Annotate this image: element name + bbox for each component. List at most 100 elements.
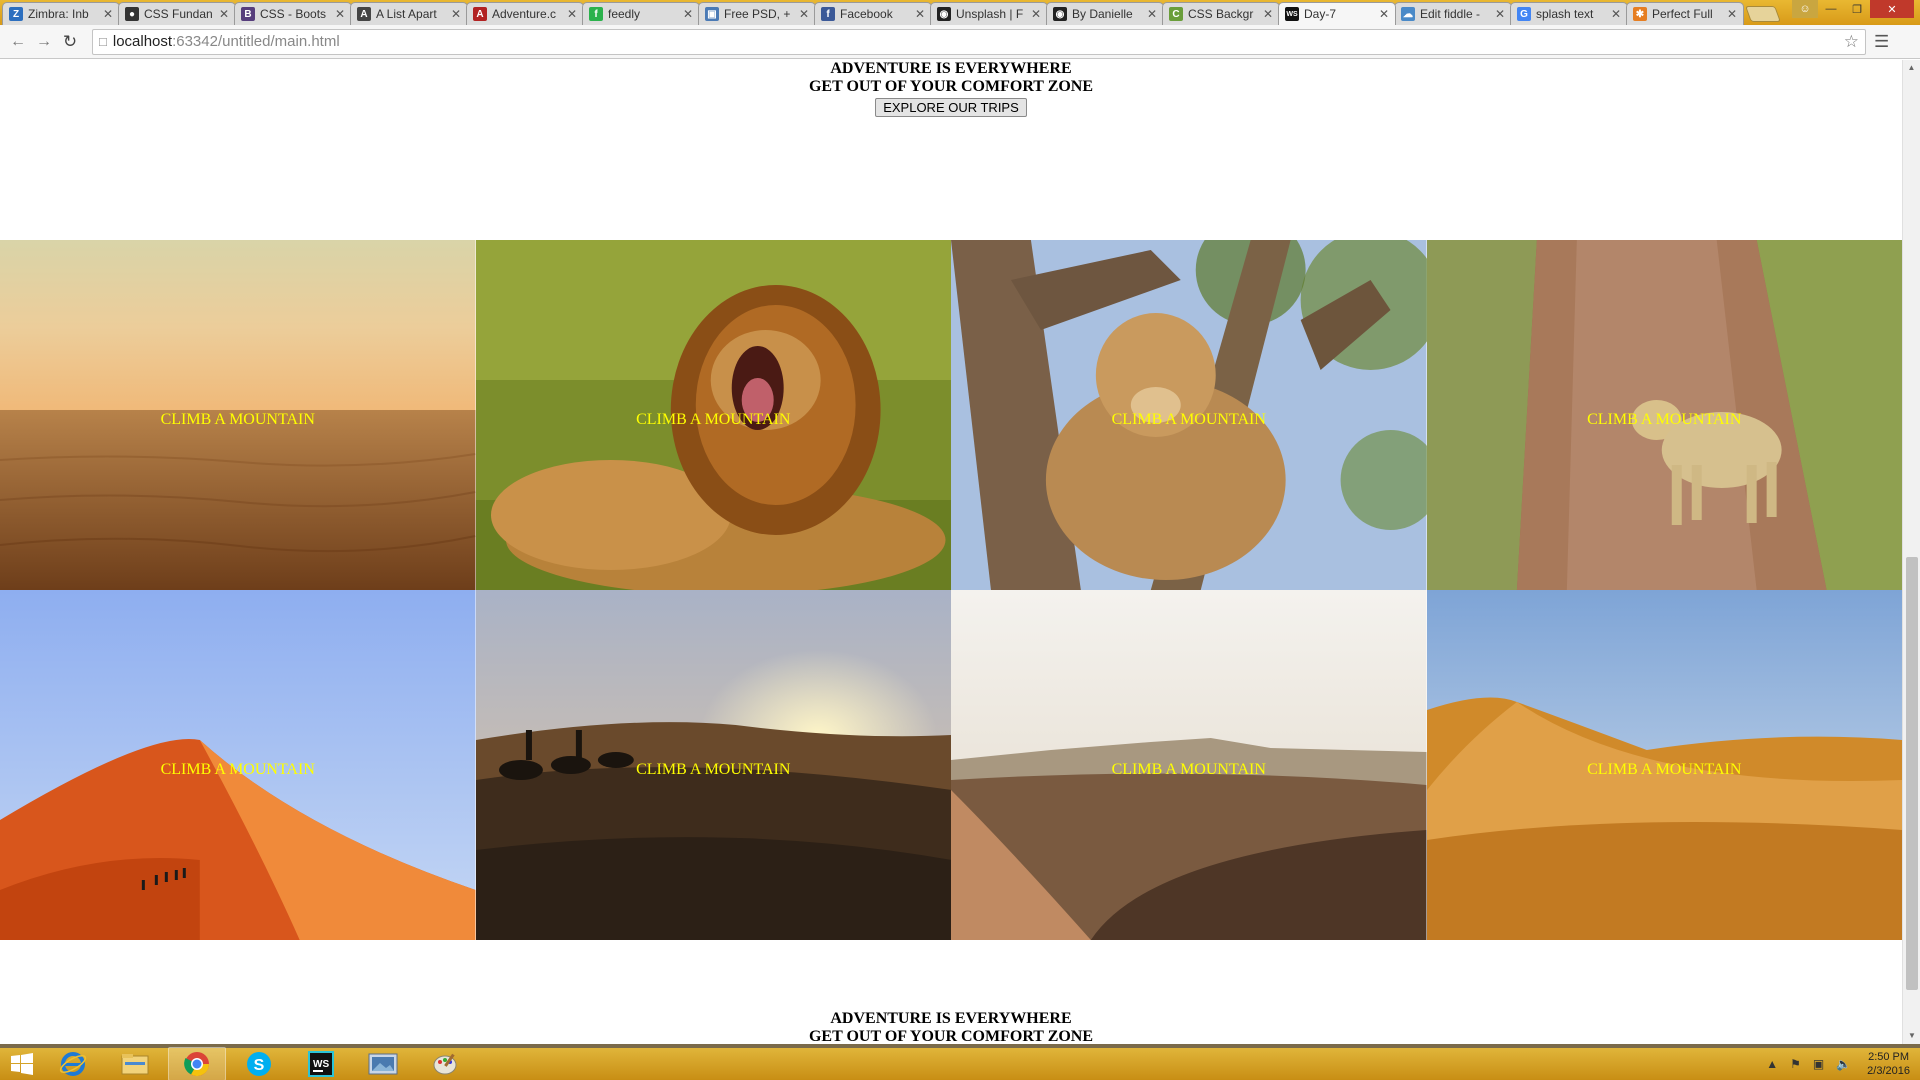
tab-close-icon[interactable]: ✕ [1031, 7, 1041, 21]
network-icon[interactable]: ▣ [1813, 1057, 1824, 1071]
adventure-icon: A [473, 7, 487, 21]
hero-headline: ADVENTURE IS EVERYWHERE [830, 1010, 1072, 1027]
photo-tile-leopard[interactable]: CLIMB A MOUNTAIN [1426, 240, 1902, 590]
google-icon: G [1517, 7, 1531, 21]
browser-tab[interactable]: ▣ Free PSD, + ✕ [698, 2, 816, 25]
tile-caption: CLIMB A MOUNTAIN [1111, 761, 1266, 778]
browser-tab[interactable]: Z Zimbra: Inb ✕ [2, 2, 120, 25]
new-tab-button[interactable] [1745, 6, 1781, 22]
jsfiddle-icon: ☁ [1401, 7, 1415, 21]
tab-close-icon[interactable]: ✕ [1495, 7, 1505, 21]
browser-tab[interactable]: Gsplash text ✕ [1510, 2, 1628, 25]
browser-tab[interactable]: ☁ Edit fiddle - ✕ [1394, 2, 1512, 25]
paint-icon[interactable] [416, 1047, 474, 1080]
scroll-down-icon[interactable]: ▼ [1903, 1028, 1920, 1044]
windows-start-icon[interactable] [0, 1048, 44, 1080]
tab-label: Adventure.c [492, 7, 557, 21]
bookmark-star-icon[interactable]: ☆ [1844, 32, 1859, 52]
browser-tab[interactable]: A A List Apart ✕ [350, 2, 468, 25]
file-explorer-icon[interactable] [106, 1047, 164, 1080]
menu-icon[interactable]: ☰ [1874, 32, 1889, 52]
browser-tab[interactable]: ◉ Unsplash | F ✕ [930, 2, 1048, 25]
photo-tile-desert-dusk[interactable]: CLIMB A MOUNTAIN [0, 240, 476, 590]
browser-tab[interactable]: f Facebook ✕ [814, 2, 932, 25]
webstorm-icon[interactable]: WS [292, 1047, 350, 1080]
tab-label: By Danielle [1072, 7, 1133, 21]
tab-close-icon[interactable]: ✕ [1147, 7, 1157, 21]
alistapart-icon: A [357, 7, 371, 21]
forward-icon[interactable]: → [32, 30, 56, 54]
browser-tab[interactable]: WS Day-7 ✕ [1278, 2, 1396, 25]
restore-icon[interactable]: ❐ [1844, 0, 1870, 18]
photo-tile-lion[interactable]: CLIMB A MOUNTAIN [475, 240, 951, 590]
tile-caption: CLIMB A MOUNTAIN [160, 411, 315, 428]
reload-icon[interactable]: ↻ [58, 30, 82, 54]
scroll-up-icon[interactable]: ▲ [1903, 60, 1920, 76]
browser-tab[interactable]: A Adventure.c ✕ [466, 2, 584, 25]
address-bar[interactable]: □ localhost:63342/untitled/main.html ☆ [92, 28, 1866, 55]
scroll-thumb[interactable] [1906, 557, 1918, 990]
tab-label: Free PSD, + [724, 7, 791, 21]
tab-close-icon[interactable]: ✕ [451, 7, 461, 21]
clock[interactable]: 2:50 PM 2/3/2016 [1867, 1050, 1910, 1078]
url-host: localhost [112, 33, 173, 50]
profile-icon[interactable]: ☺ [1792, 0, 1818, 18]
internet-explorer-icon[interactable] [44, 1047, 102, 1080]
hero-headline: ADVENTURE IS EVERYWHERE [830, 60, 1072, 77]
browser-tab[interactable]: C CSS Backgr ✕ [1162, 2, 1280, 25]
browser-tab[interactable]: ● CSS Fundan ✕ [118, 2, 236, 25]
url-path: /untitled/main.html [217, 33, 340, 50]
photo-tile-lioness-tree[interactable]: CLIMB A MOUNTAIN [951, 240, 1427, 590]
tab-strip: Z Zimbra: Inb ✕ ● CSS Fundan ✕ B CSS - Boots ✕ A A… [0, 0, 1920, 25]
tab-close-icon[interactable]: ✕ [1263, 7, 1273, 21]
browser-tab[interactable]: ✱ Perfect Full ✕ [1626, 2, 1744, 25]
tab-label: Perfect Full [1652, 7, 1713, 21]
hero-bottom: ADVENTURE IS EVERYWHERE GET OUT OF YOUR … [0, 1010, 1902, 1044]
url-port: :63342 [172, 33, 218, 50]
tab-close-icon[interactable]: ✕ [103, 7, 113, 21]
action-center-flag-icon[interactable]: ⚑ [1790, 1057, 1801, 1071]
photo-tile-red-dune[interactable]: CLIMB A MOUNTAIN [0, 590, 476, 940]
browser-tab[interactable]: B CSS - Boots ✕ [234, 2, 352, 25]
tab-close-icon[interactable]: ✕ [219, 7, 229, 21]
hero-subheadline: GET OUT OF YOUR COMFORT ZONE [808, 78, 1094, 95]
browser-toolbar: ← → ↻ □ localhost:63342/untitled/main.ht… [0, 25, 1920, 59]
tile-caption: CLIMB A MOUNTAIN [636, 411, 791, 428]
tile-caption: CLIMB A MOUNTAIN [1587, 761, 1742, 778]
vertical-scrollbar[interactable]: ▲ ▼ [1902, 60, 1920, 1044]
explore-trips-button[interactable]: EXPLORE OUR TRIPS [875, 98, 1027, 117]
close-icon[interactable]: ✕ [1870, 0, 1914, 18]
photo-tile-golden-dune[interactable]: CLIMB A MOUNTAIN [1426, 590, 1902, 940]
feedly-icon: f [589, 7, 603, 21]
tab-close-icon[interactable]: ✕ [335, 7, 345, 21]
tab-label: feedly [608, 7, 641, 21]
chrome-icon[interactable] [168, 1047, 226, 1080]
skype-icon[interactable]: S [230, 1047, 288, 1080]
tab-label: Day-7 [1304, 7, 1337, 21]
page-icon: □ [99, 34, 107, 49]
tab-close-icon[interactable]: ✕ [1379, 7, 1389, 21]
tab-close-icon[interactable]: ✕ [1611, 7, 1621, 21]
photo-tile-camels[interactable]: CLIMB A MOUNTAIN [475, 590, 951, 940]
tab-close-icon[interactable]: ✕ [567, 7, 577, 21]
facebook-icon: f [821, 7, 835, 21]
tab-label: CSS Fundan [144, 7, 213, 21]
browser-tab[interactable]: f feedly ✕ [582, 2, 700, 25]
volume-icon[interactable]: 🔈 [1836, 1057, 1851, 1071]
minimize-icon[interactable]: — [1818, 0, 1844, 18]
tab-close-icon[interactable]: ✕ [683, 7, 693, 21]
back-icon[interactable]: ← [6, 30, 30, 54]
photo-tile-hazy-dunes[interactable]: CLIMB A MOUNTAIN [951, 590, 1427, 940]
camera-icon: ◉ [1053, 7, 1067, 21]
show-hidden-icons-icon[interactable]: ▲ [1766, 1057, 1778, 1071]
svg-text:S: S [254, 1057, 265, 1074]
camera-icon: ◉ [937, 7, 951, 21]
tab-label: Edit fiddle - [1420, 7, 1481, 21]
tab-close-icon[interactable]: ✕ [799, 7, 809, 21]
browser-tab[interactable]: ◉ By Danielle ✕ [1046, 2, 1164, 25]
photos-icon[interactable] [354, 1047, 412, 1080]
css-icon: C [1169, 7, 1183, 21]
zimbra-icon: Z [9, 7, 23, 21]
tab-close-icon[interactable]: ✕ [1727, 7, 1737, 21]
tab-close-icon[interactable]: ✕ [915, 7, 925, 21]
